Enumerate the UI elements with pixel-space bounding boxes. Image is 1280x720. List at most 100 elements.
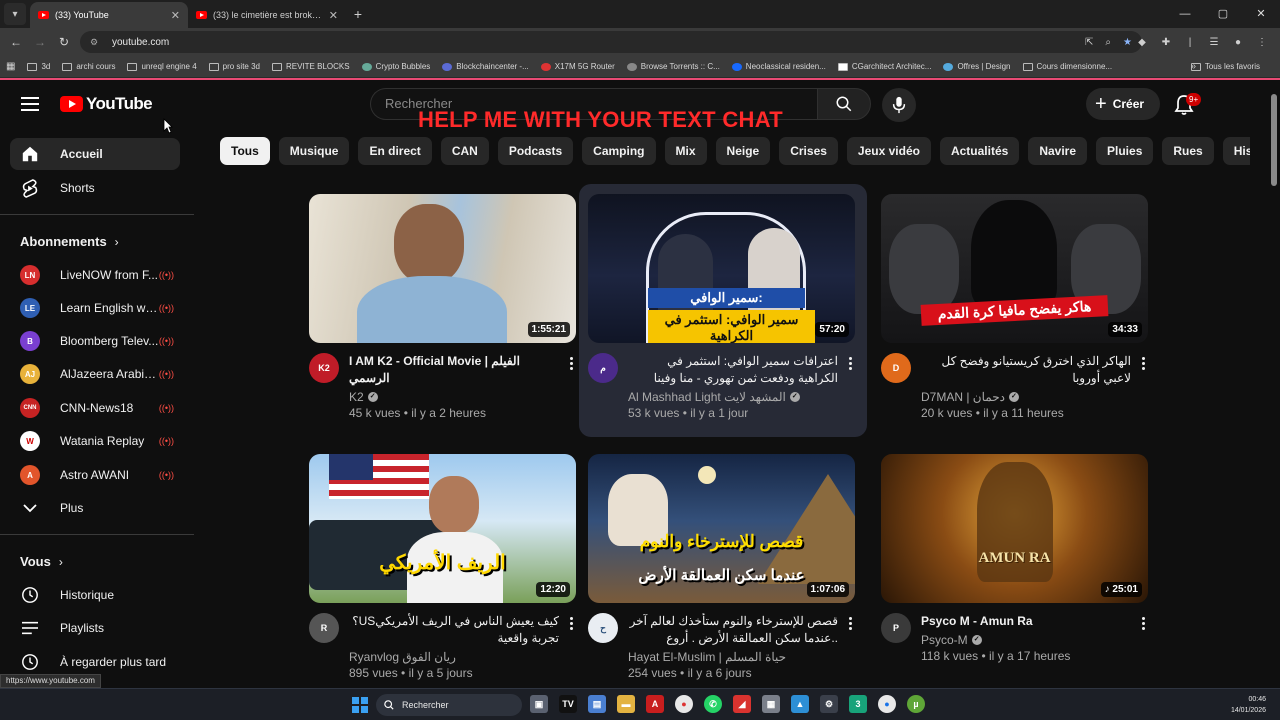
- more-actions-icon[interactable]: [563, 613, 579, 633]
- minimize-button[interactable]: —: [1166, 0, 1204, 28]
- acrobat-icon[interactable]: A: [646, 695, 664, 713]
- photos-icon[interactable]: ▲: [791, 695, 809, 713]
- chip[interactable]: Mix: [664, 137, 707, 165]
- windows-start-icon[interactable]: [352, 697, 368, 713]
- chip[interactable]: Rues: [1162, 137, 1214, 165]
- chrome-icon[interactable]: ●: [675, 695, 693, 713]
- maximize-button[interactable]: ▢: [1204, 0, 1242, 28]
- bookmark-link[interactable]: CGarchitect Architec...: [837, 62, 931, 71]
- bookmark-folder[interactable]: 3d: [27, 62, 50, 71]
- sidebar-subscription[interactable]: A Astro AWANI ((•)): [10, 459, 180, 491]
- zoom-icon[interactable]: ⌕: [1105, 37, 1111, 48]
- video-thumbnail[interactable]: 1:55:21: [309, 194, 576, 343]
- video-title[interactable]: Psyco M - Amun Ra: [921, 613, 1131, 630]
- video-card[interactable]: قصص للإسترخاء والنوم عندما سكن العمالقة …: [588, 454, 858, 680]
- sketchup-icon[interactable]: 3: [849, 695, 867, 713]
- chip[interactable]: Histoire: [1222, 137, 1250, 165]
- task-view-icon[interactable]: ▣: [530, 695, 548, 713]
- close-tab-icon[interactable]: ✕: [171, 9, 180, 22]
- video-title[interactable]: اعترافات سمير الوافي: استثمر في الكراهية…: [628, 353, 838, 387]
- video-thumbnail[interactable]: هاكر يفضح مافيا كرة القدم 34:33: [881, 194, 1148, 343]
- channel-avatar[interactable]: R: [309, 613, 339, 643]
- bookmark-link[interactable]: X17M 5G Router: [540, 62, 615, 71]
- tab-search-button[interactable]: ▾: [4, 3, 26, 25]
- chip[interactable]: Jeux vidéo: [846, 137, 931, 165]
- reading-list-icon[interactable]: ☰: [1206, 37, 1222, 48]
- video-thumbnail[interactable]: AMUN RA ♪ 25:01: [881, 454, 1148, 603]
- sidebar-item-history[interactable]: Historique: [10, 579, 180, 611]
- reload-button[interactable]: ↻: [52, 35, 76, 49]
- store-icon[interactable]: ▤: [588, 695, 606, 713]
- bookmark-star-icon[interactable]: ★: [1123, 37, 1132, 48]
- video-title[interactable]: كيف يعيش الناس في الريف الأمريكيUS؟ تجرب…: [349, 613, 559, 647]
- bookmark-link[interactable]: Blockchaincenter -...: [442, 62, 529, 71]
- channel-avatar[interactable]: ح: [588, 613, 618, 643]
- search-button[interactable]: [817, 88, 871, 120]
- chip[interactable]: Actualités: [939, 137, 1020, 165]
- taskbar-search[interactable]: Rechercher: [376, 694, 522, 716]
- bookmark-link[interactable]: Cours dimensionne...: [1022, 62, 1112, 71]
- app-icon[interactable]: ◢: [733, 695, 751, 713]
- new-tab-button[interactable]: +: [346, 2, 370, 26]
- apps-grid-icon[interactable]: ▦: [6, 61, 15, 72]
- bookmark-folder[interactable]: REVITE BLOCKS: [272, 62, 350, 71]
- file-explorer-icon[interactable]: ▬: [617, 695, 635, 713]
- bookmark-link[interactable]: Crypto Bubbles: [361, 62, 430, 71]
- video-channel[interactable]: Ryanvlog ريان الفوق: [349, 650, 559, 664]
- back-button[interactable]: ←: [4, 35, 28, 49]
- chip[interactable]: Musique: [278, 137, 350, 165]
- sidebar-subscription[interactable]: W Watania Replay ((•)): [10, 425, 180, 457]
- settings-gear-icon[interactable]: ⚙: [820, 695, 838, 713]
- video-channel[interactable]: Psyco-M ✓: [921, 633, 1131, 647]
- install-app-icon[interactable]: ⇱: [1085, 37, 1093, 48]
- video-channel[interactable]: K2 ✓: [349, 390, 559, 404]
- video-card[interactable]: هاكر يفضح مافيا كرة القدم 34:33 D الهاكر…: [881, 194, 1151, 420]
- chip[interactable]: CAN: [440, 137, 489, 165]
- close-window-button[interactable]: ✕: [1242, 0, 1280, 28]
- bookmark-folder[interactable]: archi cours: [62, 62, 115, 71]
- you-header[interactable]: Vous ›: [20, 554, 63, 569]
- more-actions-icon[interactable]: [842, 613, 858, 633]
- create-button[interactable]: + Créer: [1086, 88, 1160, 120]
- subscriptions-header[interactable]: Abonnements ›: [20, 234, 119, 249]
- all-bookmarks-folder[interactable]: Tous les favoris: [1190, 62, 1260, 71]
- chip[interactable]: Crises: [779, 137, 838, 165]
- forward-button[interactable]: →: [28, 35, 52, 49]
- video-thumbnail[interactable]: الريف الأمريكي 12:20: [309, 454, 576, 603]
- site-info-icon[interactable]: ⚙: [90, 37, 102, 48]
- sidebar-subscription[interactable]: B Bloomberg Telev... ((•)): [10, 325, 180, 357]
- sidebar-subscription[interactable]: LN LiveNOW from F... ((•)): [10, 259, 180, 291]
- channel-avatar[interactable]: K2: [309, 353, 339, 383]
- sidebar-item-home[interactable]: Accueil: [10, 138, 180, 170]
- calculator-icon[interactable]: ▦: [762, 695, 780, 713]
- bookmark-link[interactable]: Offres | Design: [943, 62, 1011, 71]
- bookmark-folder[interactable]: unreql engine 4: [127, 62, 197, 71]
- video-card[interactable]: الريف الأمريكي 12:20 R كيف يعيش الناس في…: [309, 454, 579, 680]
- extensions-puzzle-icon[interactable]: ✚: [1158, 37, 1174, 48]
- video-title[interactable]: I AM K2 - Official Movie | الفيلم الرسمي: [349, 353, 559, 387]
- chip[interactable]: En direct: [358, 137, 432, 165]
- channel-avatar[interactable]: D: [881, 353, 911, 383]
- close-tab-icon[interactable]: ✕: [329, 9, 338, 22]
- video-thumbnail[interactable]: قصص للإسترخاء والنوم عندما سكن العمالقة …: [588, 454, 855, 603]
- chip[interactable]: Pluies: [1096, 137, 1154, 165]
- address-bar[interactable]: ⚙ youtube.com ⇱ ⌕ ★: [80, 31, 1142, 53]
- sidebar-item-playlists[interactable]: Playlists: [10, 612, 180, 644]
- video-channel[interactable]: Al Mashhad Light المشهد لايت ✓: [628, 390, 838, 404]
- more-actions-icon[interactable]: [1135, 353, 1151, 373]
- video-thumbnail[interactable]: سمير الوافي: سمير الوافي: استثمر في الكر…: [588, 194, 855, 343]
- sidebar-subscription[interactable]: LE Learn English wit... ((•)): [10, 292, 180, 324]
- video-title[interactable]: قصص للإسترخاء والنوم ستأخذك لعالم آخر ..…: [628, 613, 838, 647]
- tradingview-icon[interactable]: TV: [559, 695, 577, 713]
- video-channel[interactable]: Hayat El-Muslim | حياة المسلم: [628, 650, 838, 664]
- whatsapp-icon[interactable]: ✆: [704, 695, 722, 713]
- video-title[interactable]: الهاكر الذي اخترق كريستيانو وفضح كل لاعب…: [921, 353, 1131, 387]
- sidebar-item-shorts[interactable]: Shorts: [10, 172, 180, 204]
- chip[interactable]: Podcasts: [497, 137, 574, 165]
- sidebar-subscription[interactable]: AJ AlJazeera Arabic... ((•)): [10, 358, 180, 390]
- sidebar-item-more[interactable]: Plus: [10, 492, 180, 524]
- video-card[interactable]: 1:55:21 K2 I AM K2 - Official Movie | ال…: [309, 194, 579, 420]
- profile-avatar-icon[interactable]: ●: [1230, 37, 1246, 48]
- chrome-active-icon[interactable]: ●: [878, 695, 896, 713]
- browser-menu-icon[interactable]: ⋮: [1254, 37, 1270, 48]
